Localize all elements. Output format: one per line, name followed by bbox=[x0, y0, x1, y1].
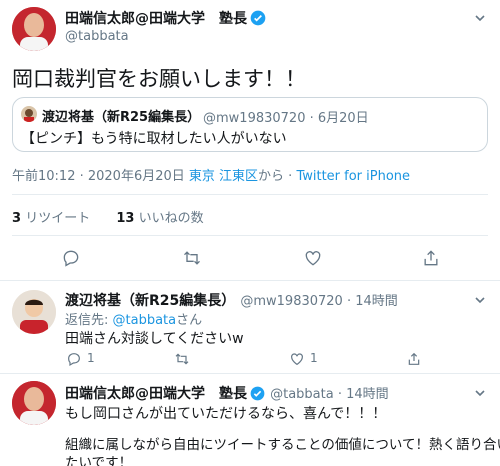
avatar-image bbox=[12, 7, 56, 51]
reply-to-prefix: 返信先: bbox=[65, 313, 113, 328]
chevron-down-icon[interactable] bbox=[472, 10, 488, 26]
retweet-label: リツイート bbox=[25, 211, 91, 226]
avatar-watanabe[interactable] bbox=[12, 290, 56, 334]
retweet-icon[interactable] bbox=[173, 350, 191, 368]
divider bbox=[12, 194, 488, 195]
reply-icon[interactable] bbox=[60, 247, 82, 269]
avatar-tabata[interactable] bbox=[12, 7, 56, 51]
avatar-tabata-reply[interactable] bbox=[12, 381, 56, 425]
share-icon[interactable] bbox=[420, 247, 442, 269]
like-icon[interactable] bbox=[302, 247, 324, 269]
like-icon[interactable] bbox=[288, 350, 306, 368]
reply-icon[interactable] bbox=[65, 350, 83, 368]
reply1-reply-to: 返信先: @tabbataさん bbox=[65, 309, 202, 328]
tweet-text: 岡口裁判官をお願いします！！ bbox=[12, 67, 306, 91]
retweet-count: 3 bbox=[12, 211, 22, 226]
reply1-header: 渡辺将基（新R25編集長） @mw19830720 · 14時間 bbox=[65, 290, 398, 310]
reply-to-suffix: さん bbox=[176, 313, 203, 328]
reply1-reply-count: 1 bbox=[87, 351, 95, 365]
reply2-header: 田端信太郎@田端大学 塾長 @tabbata · 14時間 bbox=[65, 383, 389, 403]
divider bbox=[12, 235, 488, 236]
like-stat[interactable]: 13 いいねの数 bbox=[116, 211, 203, 226]
reply1-author-name[interactable]: 渡辺将基（新R25編集長） bbox=[65, 293, 235, 309]
reply2-handle-time[interactable]: @tabbata · 14時間 bbox=[270, 387, 389, 402]
author-name[interactable]: 田端信太郎@田端大学 塾長 bbox=[65, 11, 247, 27]
share-icon[interactable] bbox=[405, 350, 423, 368]
quoted-text: 【ピンチ】もう特に取材したい人がいない bbox=[21, 131, 287, 147]
from-text: から · bbox=[258, 169, 297, 184]
verified-icon bbox=[250, 10, 266, 26]
chevron-down-icon[interactable] bbox=[472, 292, 488, 308]
divider bbox=[0, 373, 500, 374]
tweet-source[interactable]: Twitter for iPhone bbox=[296, 169, 410, 184]
author-handle[interactable]: @tabbata bbox=[65, 29, 129, 44]
quoted-avatar bbox=[21, 106, 37, 122]
quoted-tweet[interactable]: 渡辺将基（新R25編集長） @mw19830720 · 6月20日 【ピンチ】も… bbox=[12, 97, 488, 152]
tweet-meta: 午前10:12 · 2020年6月20日 東京 江東区から · Twitter … bbox=[12, 165, 410, 184]
retweet-icon[interactable] bbox=[181, 247, 203, 269]
reply1-like-count: 1 bbox=[310, 351, 318, 365]
divider bbox=[0, 280, 500, 281]
reply2-author-name[interactable]: 田端信太郎@田端大学 塾長 bbox=[65, 386, 247, 402]
quoted-handle-date: @mw19830720 · 6月20日 bbox=[203, 111, 369, 126]
tweet-location[interactable]: 東京 江東区 bbox=[189, 169, 258, 184]
avatar-image bbox=[12, 381, 56, 425]
avatar-image bbox=[12, 290, 56, 334]
chevron-down-icon[interactable] bbox=[472, 385, 488, 401]
quoted-author-name: 渡辺将基（新R25編集長） bbox=[42, 110, 201, 125]
reply2-line3: たいです！ bbox=[65, 455, 133, 466]
tweet-timestamp[interactable]: 午前10:12 · 2020年6月20日 bbox=[12, 169, 185, 184]
reply2-line2: 組織に属しながら自由にツイートすることの価値について！熱く語り合い bbox=[65, 437, 500, 453]
reply1-handle-time[interactable]: @mw19830720 · 14時間 bbox=[240, 294, 397, 309]
verified-icon bbox=[250, 386, 265, 401]
like-count: 13 bbox=[116, 211, 135, 226]
reply2-line1: もし岡口さんが出ていただけるなら、喜んで！！！ bbox=[65, 406, 387, 422]
reply-to-handle[interactable]: @tabbata bbox=[113, 313, 177, 328]
reply1-text: 田端さん対談してくださいw bbox=[65, 331, 244, 347]
retweet-stat[interactable]: 3 リツイート bbox=[12, 211, 90, 226]
reply1-actions: 1 1 bbox=[65, 350, 485, 368]
like-label: いいねの数 bbox=[138, 211, 204, 226]
tweet-stats: 3 リツイート 13 いいねの数 bbox=[12, 207, 204, 226]
main-author-line: 田端信太郎@田端大学 塾長 bbox=[65, 8, 266, 28]
